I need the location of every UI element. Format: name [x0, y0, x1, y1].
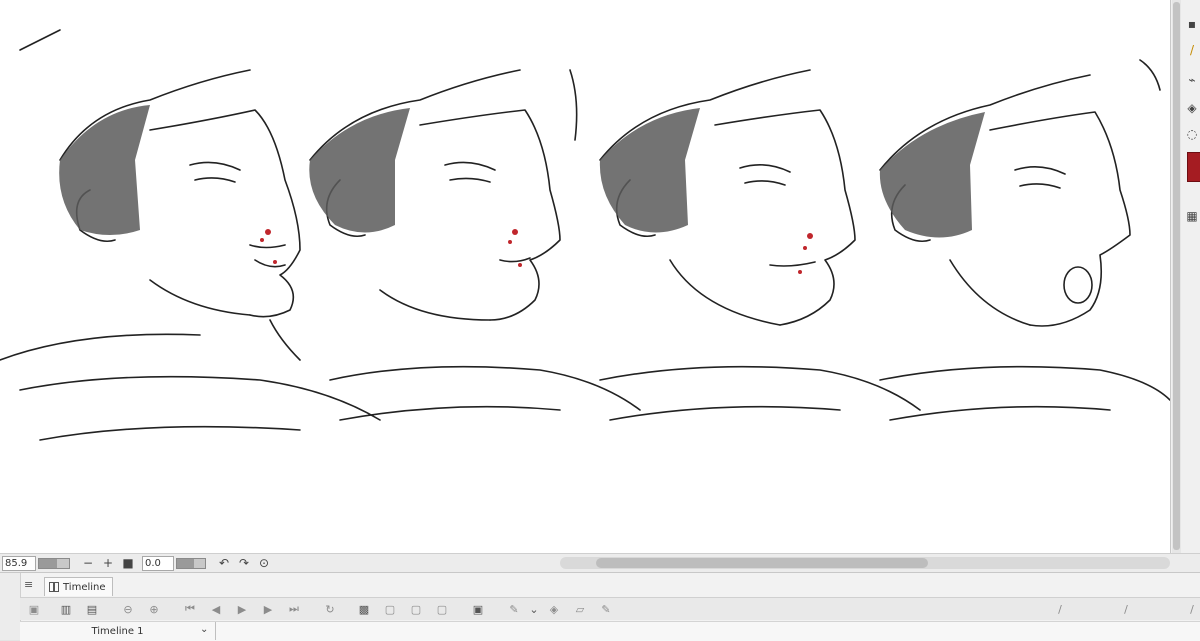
tool-strip: ▪ / ⌁ ◈ ◌ ▦ [1184, 0, 1200, 553]
specify-cel-icon[interactable]: ▢ [434, 601, 450, 617]
chevron-down-icon[interactable]: ⌄ [526, 601, 542, 617]
edit-icon[interactable]: ✎ [598, 601, 614, 617]
timeline-icon [49, 582, 59, 592]
onion-skin-icon[interactable]: ▣ [470, 601, 486, 617]
rotate-left-icon[interactable]: ↶ [214, 556, 234, 570]
artwork-svg [0, 29, 1170, 441]
horizontal-scrollbar[interactable] [560, 557, 1170, 569]
figure-4 [879, 59, 1170, 421]
marker-1-icon[interactable]: / [1052, 601, 1068, 617]
left-dock-strip [0, 573, 21, 640]
new-timeline-icon[interactable]: ▣ [26, 601, 42, 617]
timeline-selector-value: Timeline 1 [91, 625, 144, 637]
zoom-field[interactable]: 85.9 [2, 555, 36, 571]
timeline-panel: ≡ Timeline ▣ ▥ ▤ ⊖ ⊕ ⏮ ◀ ▶ ▶ ⏭ ↻ ▩ ▢ ▢ ▢… [0, 572, 1200, 641]
next-frame-icon[interactable]: ▶ [260, 601, 276, 617]
last-frame-icon[interactable]: ⏭ [286, 601, 302, 617]
rotation-slider[interactable] [176, 557, 206, 569]
zoom-slider[interactable] [38, 557, 70, 569]
tool-icon-1[interactable]: ▪ [1184, 14, 1200, 34]
brush-tool-icon[interactable]: ⌁ [1184, 70, 1200, 90]
hair-tones [59, 105, 985, 238]
marker-3-icon[interactable]: / [1184, 601, 1200, 617]
figure-3 [569, 69, 921, 421]
transparent-color-icon[interactable]: ▦ [1184, 206, 1200, 226]
vertical-scrollbar-thumb[interactable] [1173, 2, 1180, 550]
add-frame-icon[interactable]: ▤ [84, 601, 100, 617]
figure-1 [0, 29, 381, 441]
zoom-out-button[interactable]: − [78, 556, 98, 570]
play-icon[interactable]: ▶ [234, 601, 250, 617]
keyframe-icon[interactable]: ◈ [546, 601, 562, 617]
horizontal-scrollbar-thumb[interactable] [596, 558, 928, 568]
fit-square-icon[interactable]: ■ [118, 556, 138, 570]
lasso-icon[interactable]: ◌ [1184, 124, 1200, 144]
panel-menu-icon[interactable]: ≡ [24, 578, 33, 591]
new-cel-icon[interactable]: ▢ [382, 601, 398, 617]
first-frame-icon[interactable]: ⏮ [182, 601, 198, 617]
camera-work-icon[interactable]: ✎ [506, 601, 522, 617]
timeline-toolbar: ▣ ▥ ▤ ⊖ ⊕ ⏮ ◀ ▶ ▶ ⏭ ↻ ▩ ▢ ▢ ▢ ▣ ✎ ⌄ ◈ ▱ … [20, 597, 1200, 620]
frame-icon[interactable]: ▥ [58, 601, 74, 617]
previous-frame-icon[interactable]: ◀ [208, 601, 224, 617]
navigation-bar: 85.9 − + ■ 0.0 ↶ ↷ ⊙ [0, 553, 1200, 572]
zoom-out-timeline-icon[interactable]: ⊖ [120, 601, 136, 617]
lightbox-icon[interactable]: ▱ [572, 601, 588, 617]
layers-icon[interactable]: ◈ [1184, 98, 1200, 118]
new-animation-folder-icon[interactable]: ▩ [356, 601, 372, 617]
tab-timeline-label: Timeline [63, 581, 106, 593]
main-color-swatch[interactable] [1187, 152, 1200, 182]
timeline-selector[interactable]: Timeline 1 ⌄ [20, 622, 216, 640]
loop-icon[interactable]: ↻ [322, 601, 338, 617]
zoom-in-button[interactable]: + [98, 556, 118, 570]
chevron-down-icon: ⌄ [200, 624, 209, 635]
rotation-field[interactable]: 0.0 [142, 555, 174, 571]
drawing-canvas[interactable] [0, 0, 1170, 553]
blood-marks [260, 229, 813, 274]
zoom-in-timeline-icon[interactable]: ⊕ [146, 601, 162, 617]
rotate-right-icon[interactable]: ↷ [234, 556, 254, 570]
pen-tool-icon[interactable]: / [1184, 40, 1200, 60]
tab-timeline[interactable]: Timeline [44, 577, 113, 596]
assign-cel-icon[interactable]: ▢ [408, 601, 424, 617]
reset-rotation-icon[interactable]: ⊙ [254, 556, 274, 570]
vertical-scrollbar[interactable] [1172, 0, 1181, 553]
timeline-row: Timeline 1 ⌄ [20, 621, 1200, 641]
marker-2-icon[interactable]: / [1118, 601, 1134, 617]
